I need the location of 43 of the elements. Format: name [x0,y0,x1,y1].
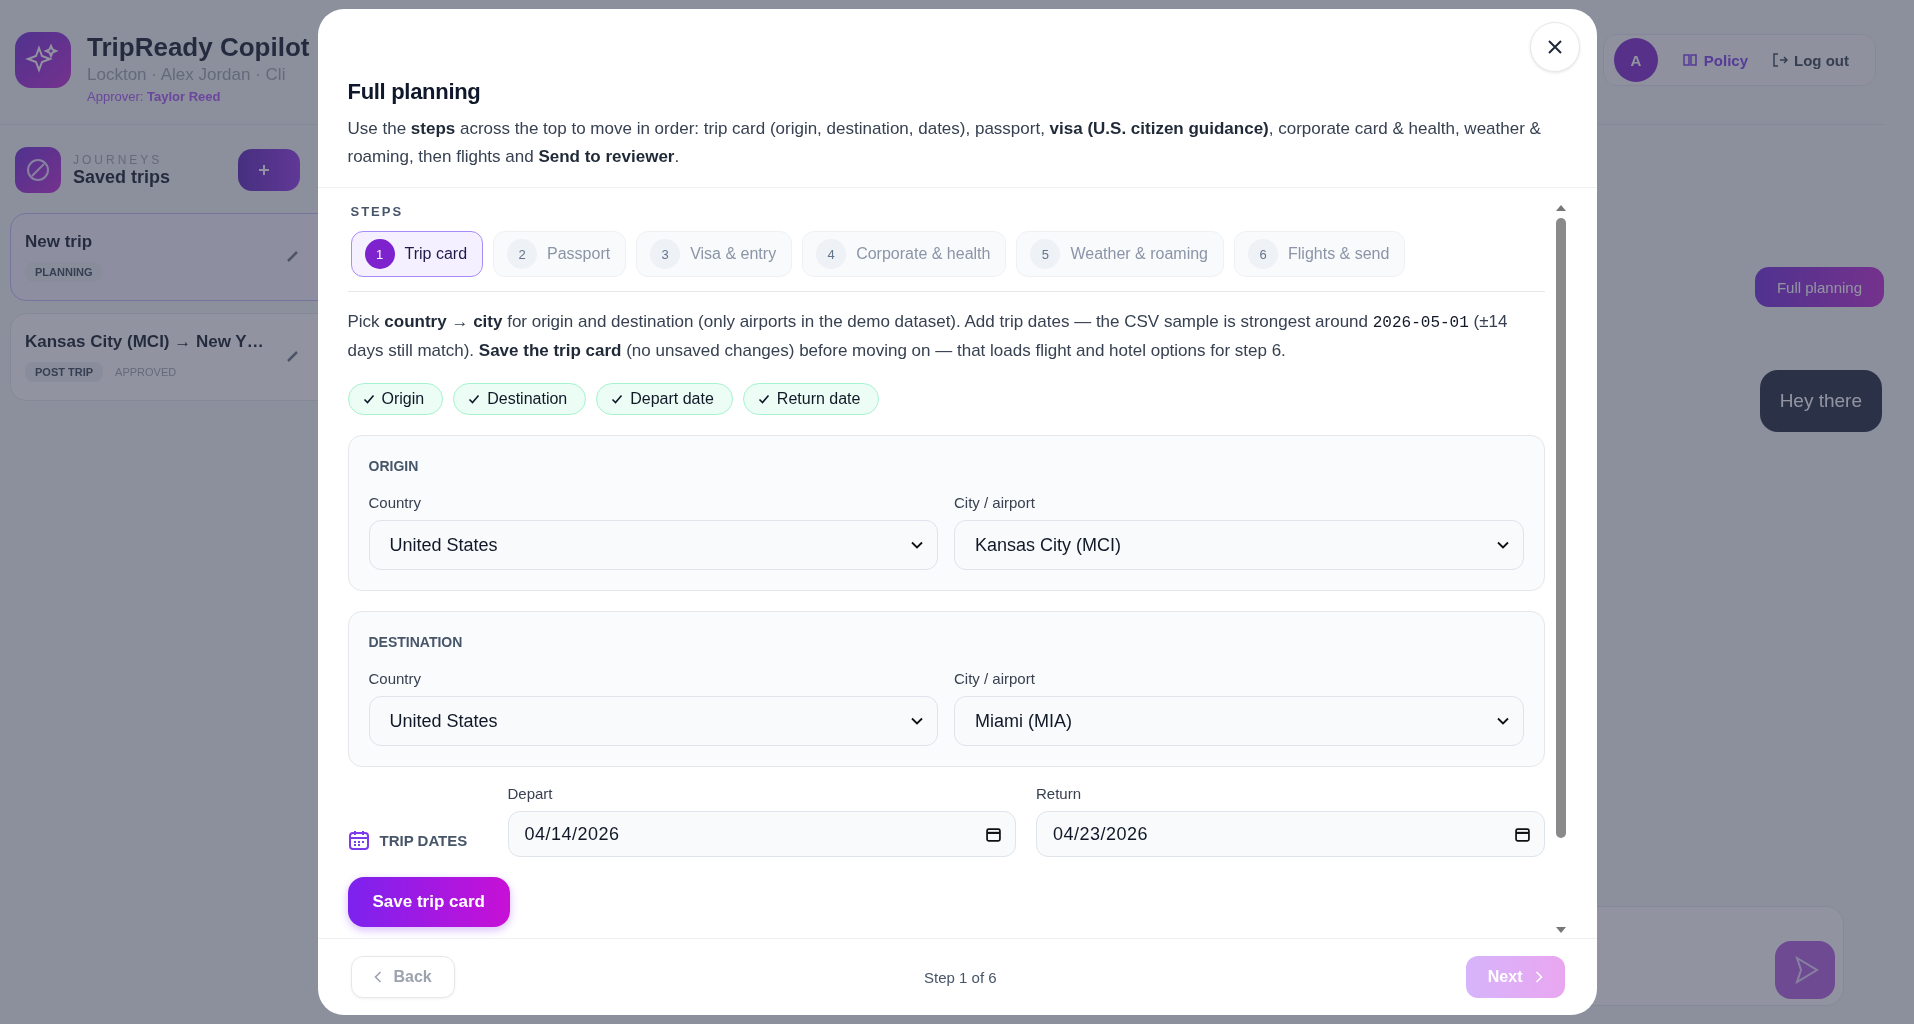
card-heading: DESTINATION [368,634,464,650]
date-field[interactable]: 04/14/2026 [507,811,1016,857]
trip-title: New trip [25,232,94,252]
section-title: Saved trips [73,166,172,188]
city-select[interactable]: Kansas City (MCI) [954,520,1524,570]
step-tab[interactable]: 1 Trip card [350,231,484,277]
full-planning-button[interactable]: Full planning [1754,267,1884,307]
section-heading: TRIP DATES [379,831,468,849]
status-chip: Depart date [596,383,733,415]
step-indicator: Step 1 of 6 [924,968,997,986]
field-label: City / airport [954,670,1036,687]
modal-description: Use the steps across the top to move in order: trip card (origin, destination, dates), passport, visa (U.S. citizen guidance), corporate card & health, weather & roaming, then flights and Send to reviewer. [347,118,1542,168]
field-label: Country [368,494,423,511]
save-button[interactable]: Save trip card [347,877,510,927]
approver-text: Approver: Taylor Reed [87,89,222,104]
status-tag: POST TRIP [25,362,104,382]
step-tab[interactable]: 2 Passport [493,231,627,277]
trip-title: Kansas City (MCI) → New Y… [25,332,265,352]
app-title: TripReady Copilot [87,32,310,63]
city-select[interactable]: Miami (MIA) [954,696,1524,746]
date-field[interactable]: 04/23/2026 [1036,811,1545,857]
steps-label: STEPS [350,204,405,219]
step-tab[interactable]: 5 Weather & roaming [1016,231,1224,277]
chat-bubble: Hey there [1759,370,1882,432]
status-chip: Destination [453,383,587,415]
logout-link[interactable]: Log out [1772,51,1849,69]
status-tag: PLANNING [25,262,103,282]
field-label: Return [1036,785,1083,802]
status-chip: Origin [347,383,444,415]
field-label: Depart [507,785,554,802]
modal-title: Full planning [347,79,482,105]
step-tab[interactable]: 6 Flights & send [1234,231,1406,277]
user-avatar[interactable]: A [1613,38,1658,82]
step-tab[interactable]: 4 Corporate & health [802,231,1007,277]
country-select[interactable]: United States [368,696,938,746]
policy-link[interactable]: Policy [1681,51,1748,69]
instructions-text: Pick country → city for origin and destination (only airports in the demo dataset). Add trip dates — the CSV sample is strongest around 2026-05-01 (±14 days still match). Save the trip card (no unsaved changes) before moving on — that loads flight and hotel options for step 6. [347,311,1509,362]
status-chip: Return date [742,383,880,415]
field-label: City / airport [954,494,1036,511]
country-select[interactable]: United States [368,520,938,570]
field-label: Country [368,670,423,687]
card-heading: ORIGIN [368,458,420,474]
step-tab[interactable]: 3 Visa & entry [636,231,793,277]
